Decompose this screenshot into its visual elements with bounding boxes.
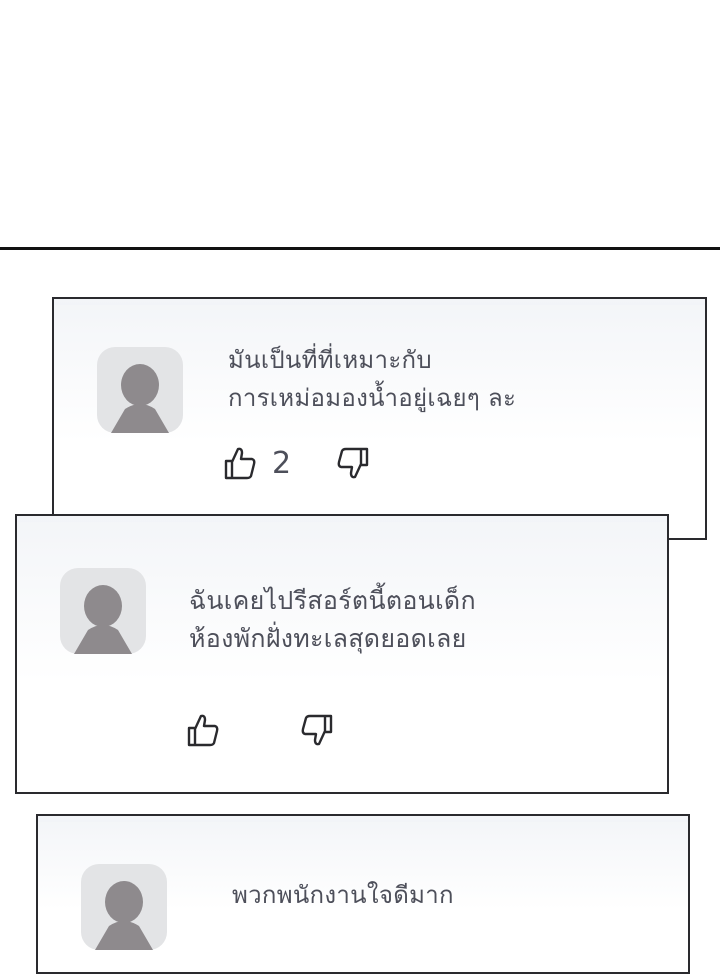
thumbs-down-icon bbox=[337, 447, 369, 479]
thumbs-up-icon bbox=[224, 447, 256, 480]
comment-text: พวกพนักงานใจดีมาก bbox=[232, 881, 454, 909]
dislike-button[interactable] bbox=[299, 712, 335, 748]
avatar bbox=[81, 864, 167, 950]
avatar bbox=[97, 347, 183, 433]
like-button[interactable]: 2 bbox=[222, 445, 291, 481]
thumbs-down-icon bbox=[301, 714, 333, 746]
like-count: 2 bbox=[272, 445, 292, 481]
like-button[interactable] bbox=[185, 712, 221, 748]
avatar bbox=[60, 568, 146, 654]
dislike-button[interactable] bbox=[335, 445, 371, 481]
comment-text: มันเป็นที่ที่เหมาะกับ การเหม่อมองน้ำอยู่… bbox=[228, 346, 517, 412]
user-silhouette-icon bbox=[95, 881, 153, 950]
comment-card-3: พวกพนักงานใจดีมาก bbox=[36, 814, 690, 974]
thumbs-up-icon bbox=[187, 714, 219, 747]
comment-card-1: มันเป็นที่ที่เหมาะกับ การเหม่อมองน้ำอยู่… bbox=[52, 297, 707, 540]
panel-divider bbox=[0, 247, 720, 250]
user-silhouette-icon bbox=[74, 585, 132, 654]
comment-card-2: ฉันเคยไปรีสอร์ตนี้ตอนเด็ก ห้องพักฝั่งทะเ… bbox=[15, 514, 669, 794]
user-silhouette-icon bbox=[111, 364, 169, 433]
comment-text: ฉันเคยไปรีสอร์ตนี้ตอนเด็ก ห้องพักฝั่งทะเ… bbox=[189, 586, 476, 653]
